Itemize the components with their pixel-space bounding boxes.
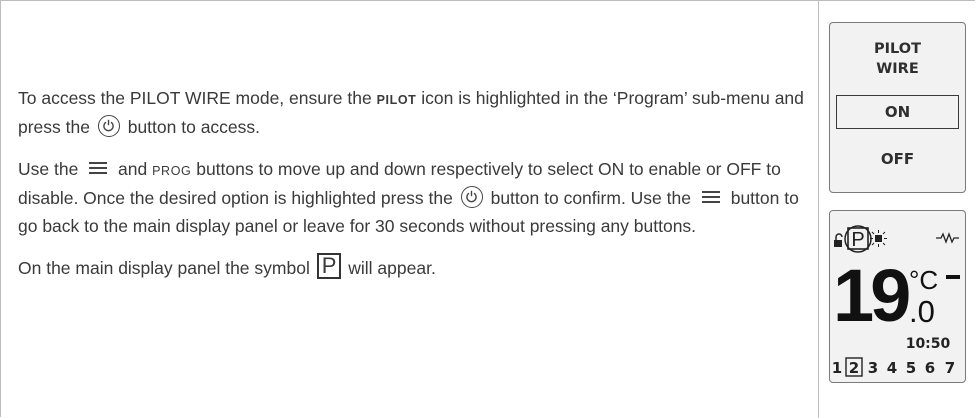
temperature-value: 19 — [833, 254, 909, 337]
sun-icon — [870, 230, 887, 247]
day-6: 6 — [925, 359, 935, 377]
lock-icon — [834, 233, 843, 247]
menu-option-off[interactable]: OFF — [830, 150, 965, 168]
paragraph-symbol: On the main display panel the symbol P w… — [18, 253, 436, 280]
day-2: 2 — [849, 359, 859, 377]
paragraph-access: To access the PILOT WIRE mode, ensure th… — [18, 88, 804, 138]
pilot-symbol-icon: P — [316, 253, 342, 280]
menu-option-on[interactable]: ON — [836, 95, 959, 129]
day-5: 5 — [906, 359, 916, 377]
instructions-text: To access the PILOT WIRE mode, ensure th… — [18, 85, 813, 297]
heating-icon — [936, 232, 959, 244]
menu-icon — [701, 184, 720, 211]
pilot-label: PILOT — [376, 93, 417, 107]
pilot-wire-menu-screen: PILOT WIRE ON OFF — [829, 22, 966, 193]
column-divider — [818, 0, 819, 418]
clock-time: 10:50 — [906, 336, 951, 352]
menu-icon — [89, 155, 108, 182]
prog-label: PROG — [152, 164, 192, 178]
temperature-decimal: .0 — [909, 294, 935, 329]
minus-icon — [946, 275, 960, 279]
pilot-symbol: P — [851, 229, 864, 251]
temperature-unit: °C — [909, 265, 938, 295]
menu-title: PILOT WIRE — [874, 41, 921, 77]
paragraph-select: Use the and PROG buttons to move up and … — [18, 156, 813, 240]
day-7: 7 — [945, 359, 955, 377]
day-4: 4 — [887, 359, 897, 377]
day-3: 3 — [868, 359, 878, 377]
power-icon — [97, 115, 120, 138]
day-1: 1 — [832, 359, 842, 377]
power-icon — [460, 186, 483, 209]
main-display-screen: P 19 °C .0 10:50 1 2 3 4 5 6 7 — [829, 210, 966, 383]
